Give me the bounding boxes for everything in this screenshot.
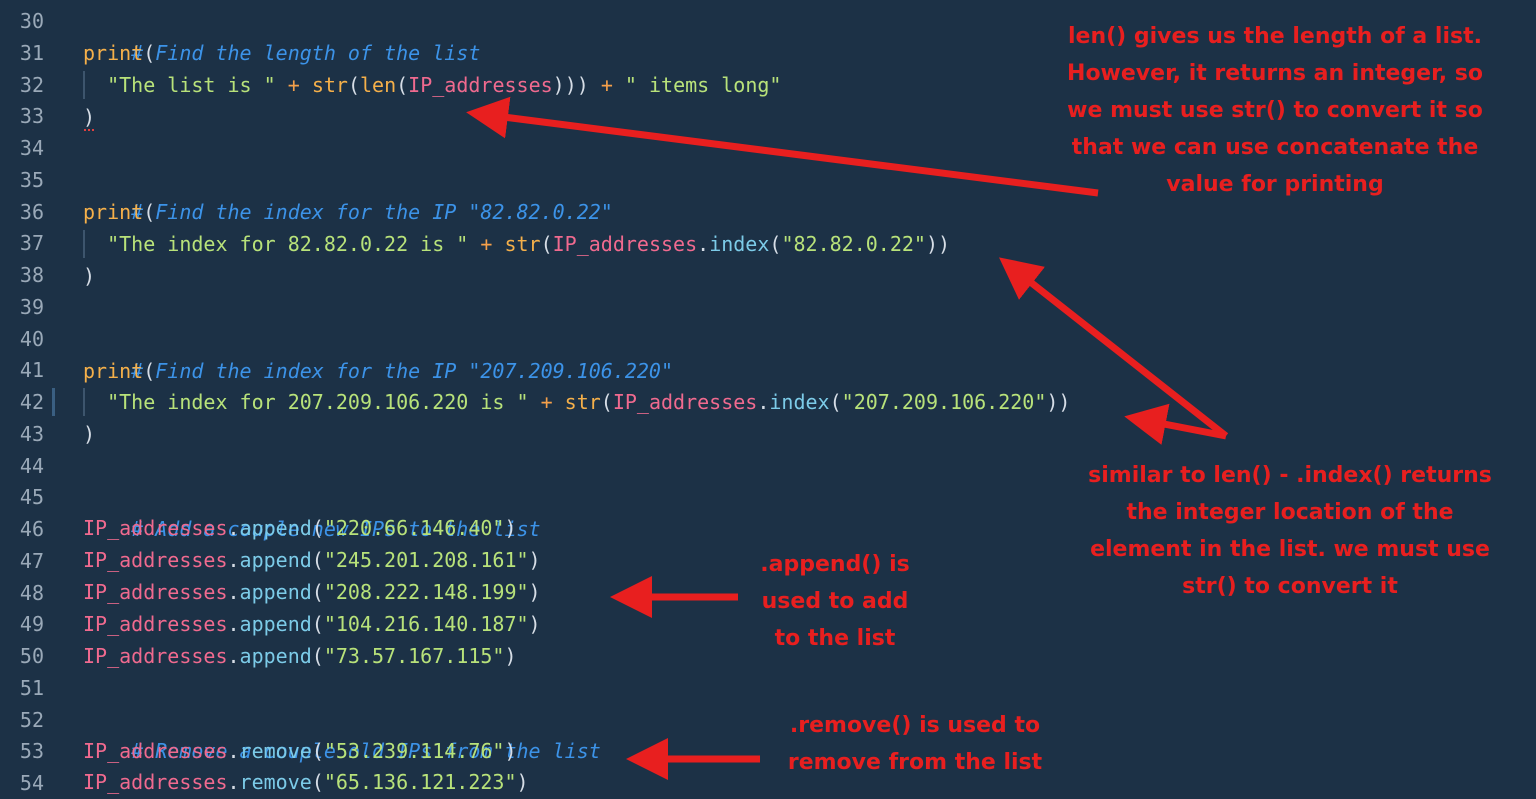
index-annotation: similar to len() - .index() returns the …	[1088, 463, 1492, 599]
remove-annotation: .remove() is used to remove from the lis…	[787, 713, 1043, 775]
arrow-to-index-line-37	[998, 257, 1229, 439]
len-annotation: len() gives us the length of a list. How…	[1067, 24, 1483, 197]
arrow-to-len-line	[466, 96, 1099, 197]
append-annotation: .append() is used to add to the list	[760, 552, 910, 651]
